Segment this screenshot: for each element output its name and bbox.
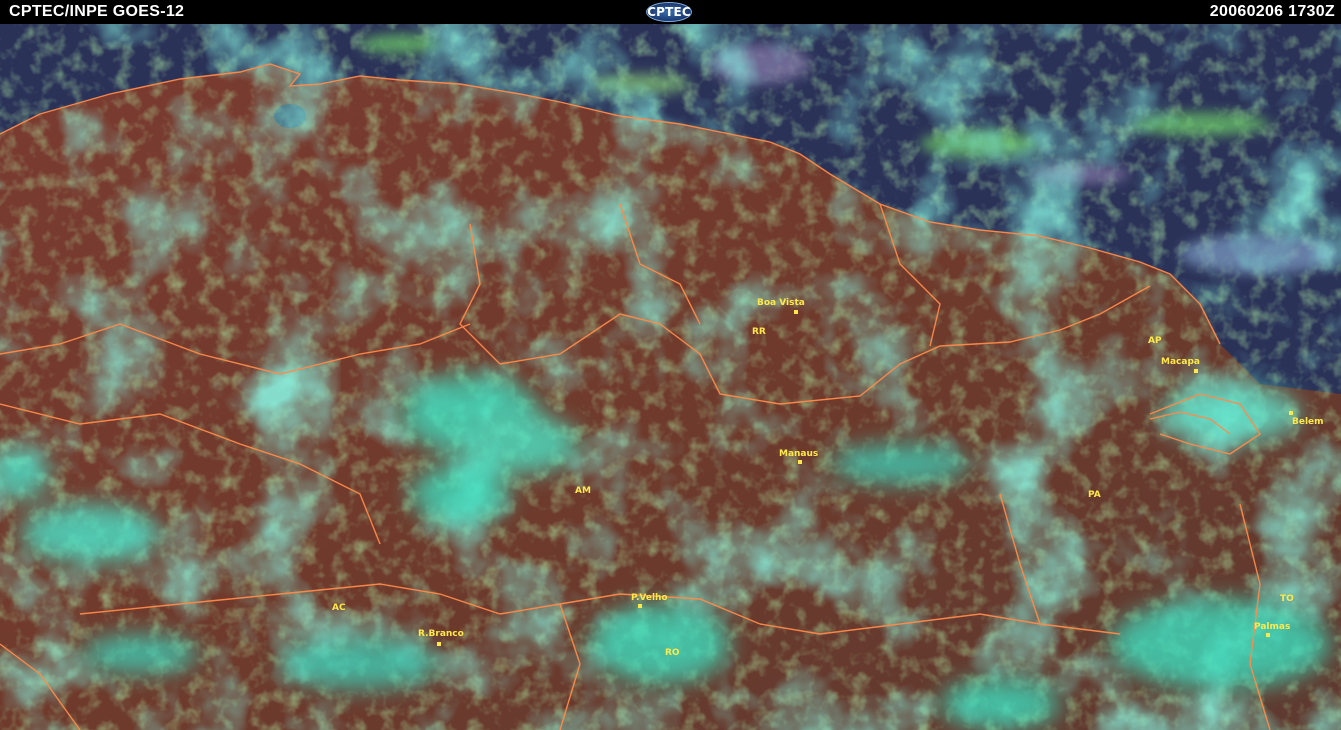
state-label-ac: AC — [332, 603, 346, 613]
logo-text: CPTEC — [647, 5, 691, 19]
city-label-macapa: Macapa — [1161, 357, 1200, 367]
header-bar: CPTEC/INPE GOES-12 CPTEC 20060206 1730Z — [0, 0, 1341, 24]
city-marker-macapa — [1194, 369, 1198, 373]
state-label-rr: RR — [752, 327, 766, 337]
city-label-boa-vista: Boa Vista — [757, 298, 805, 308]
state-label-ap: AP — [1148, 336, 1162, 346]
city-marker-r-branco — [437, 642, 441, 646]
state-label-ro: RO — [665, 648, 680, 658]
satellite-canvas — [0, 24, 1341, 730]
city-marker-belem — [1289, 411, 1293, 415]
city-marker-boa-vista — [794, 310, 798, 314]
source-label: CPTEC/INPE GOES-12 — [9, 3, 185, 20]
city-label-r-branco: R.Branco — [418, 629, 464, 639]
state-label-pa: PA — [1088, 490, 1101, 500]
cloud-masses — [0, 24, 1341, 730]
cptec-logo: CPTEC — [646, 2, 692, 22]
satellite-image: RR AP AM PA AC RO TO Boa Vista Macapa Be… — [0, 24, 1341, 730]
timestamp-label: 20060206 1730Z — [1209, 3, 1335, 20]
city-label-manaus: Manaus — [779, 449, 819, 459]
city-label-palmas: Palmas — [1254, 622, 1291, 632]
city-label-p-velho: P.Velho — [631, 593, 668, 603]
city-marker-manaus — [798, 460, 802, 464]
state-label-am: AM — [575, 486, 591, 496]
city-label-belem: Belem — [1292, 417, 1324, 427]
city-marker-p-velho — [638, 604, 642, 608]
state-label-to: TO — [1280, 594, 1294, 604]
city-marker-palmas — [1266, 633, 1270, 637]
